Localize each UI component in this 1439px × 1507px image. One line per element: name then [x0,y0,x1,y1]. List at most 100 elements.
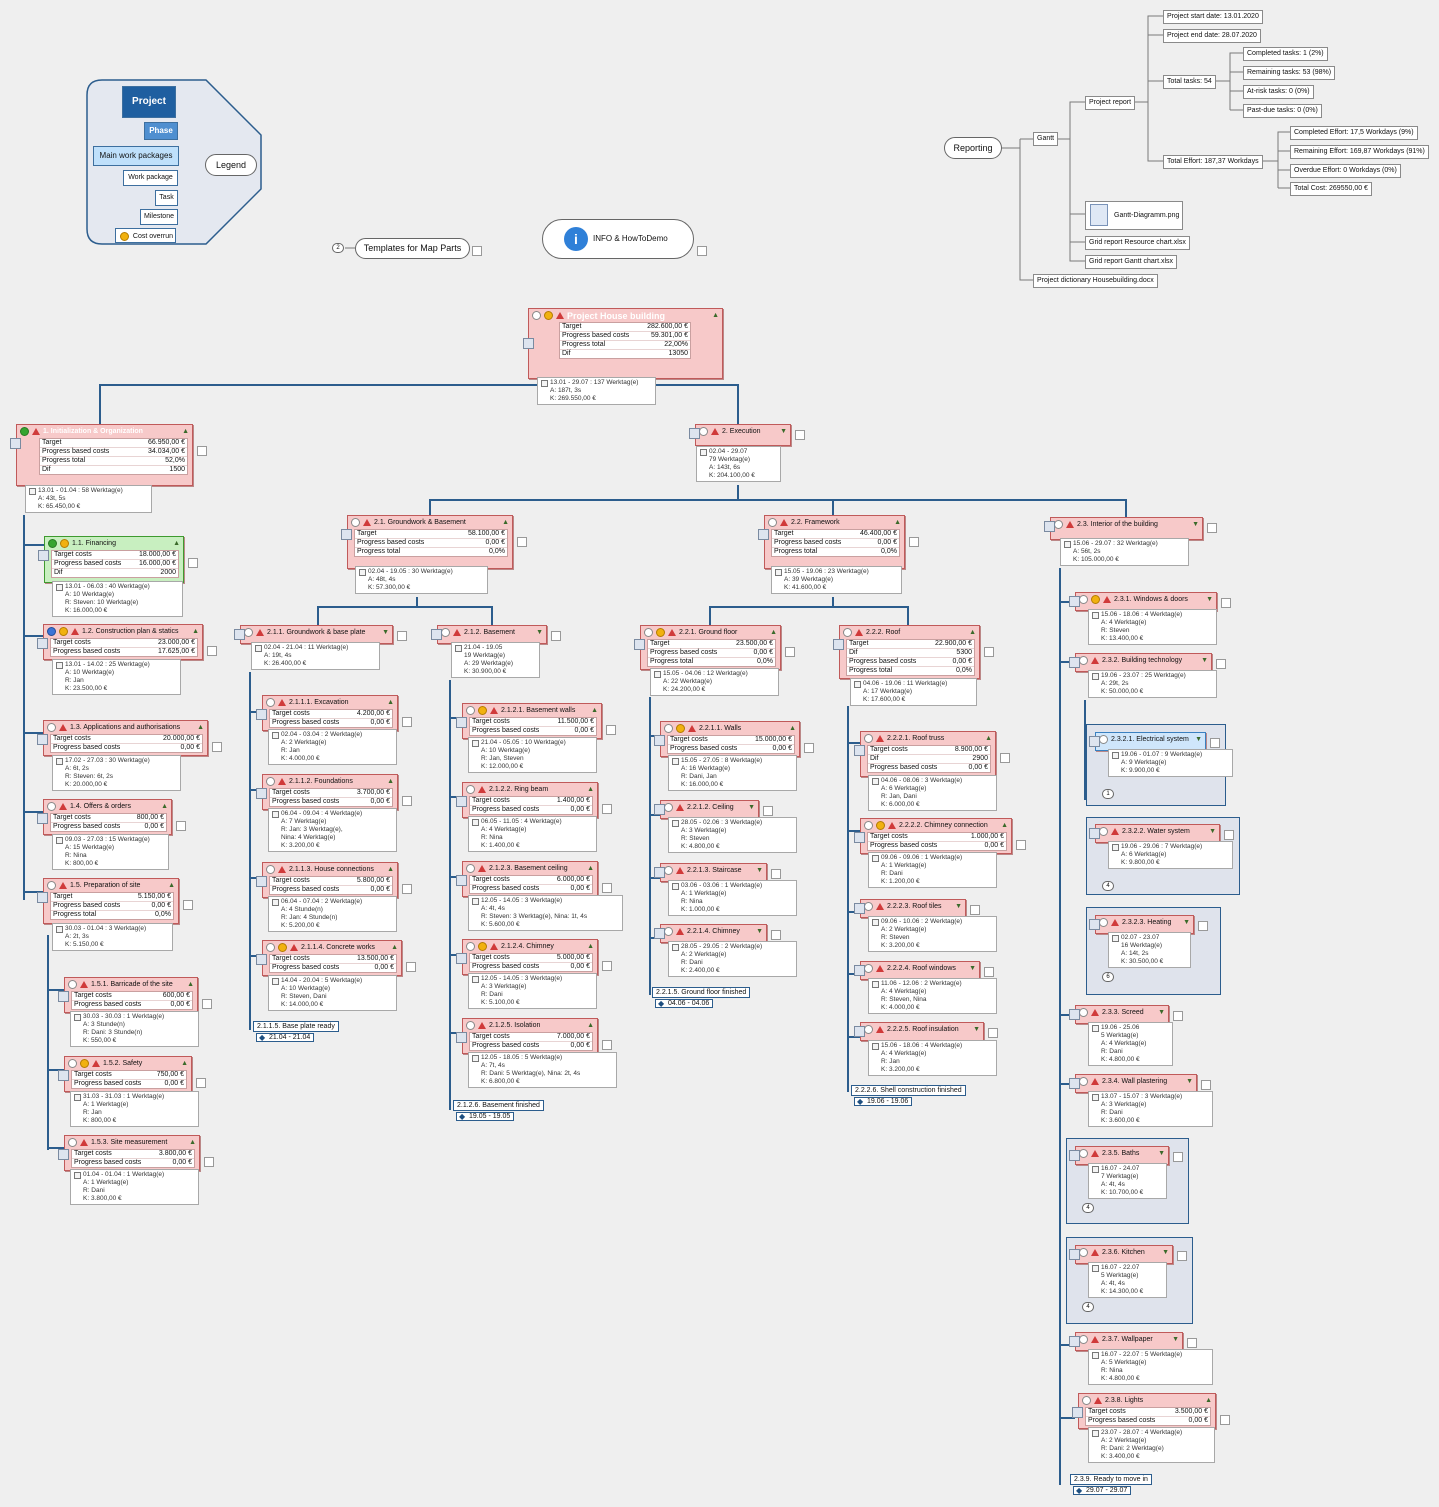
collapse-icon[interactable]: ▲ [161,803,168,811]
task-node-w23[interactable]: 2.3. Interior of the building ▼ [1050,517,1203,540]
note-icon[interactable] [202,999,212,1009]
collapse-icon[interactable]: ▲ [168,882,175,890]
note-icon[interactable] [909,537,919,547]
task-pane-icon[interactable] [456,875,467,886]
task-pane-icon[interactable] [1072,1407,1083,1418]
collapse-icon[interactable]: ▲ [387,866,394,874]
note-icon[interactable] [984,647,994,657]
grid-resource-attachment[interactable]: Grid report Resource chart.xlsx [1085,236,1190,250]
task-pane-icon[interactable] [1069,1009,1080,1020]
milestone-node-m2226[interactable]: 2.2.2.6. Shell construction finished [851,1085,966,1096]
collapse-icon[interactable]: ▲ [770,629,777,637]
task-node-t2112[interactable]: 2.1.1.2. Foundations ▲ Target costs 3.700,0… [262,774,398,810]
note-icon[interactable] [697,246,707,256]
collapse-icon[interactable]: ▼ [536,629,543,637]
note-icon[interactable] [1216,659,1226,669]
task-pane-icon[interactable] [1069,1150,1080,1161]
task-pane-icon[interactable] [833,639,844,650]
note-icon[interactable] [1177,1251,1187,1261]
group-count-badge[interactable]: 4 [1082,1203,1094,1213]
task-node-t2121[interactable]: 2.1.2.1. Basement walls ▲ Target costs 11.5… [462,703,602,739]
task-node-w221[interactable]: 2.2.1. Ground floor ▲ Target 23.500,00 € Pro… [640,625,781,670]
task-pane-icon[interactable] [654,867,665,878]
note-icon[interactable] [602,804,612,814]
collapse-icon[interactable]: ▼ [1186,1078,1193,1086]
task-node-t2221[interactable]: 2.2.2.1. Roof truss ▲ Target costs 8.900,00… [860,731,996,777]
task-node-t2114[interactable]: 2.1.1.4. Concrete works ▲ Target costs 13.5… [262,940,402,976]
collapse-icon[interactable]: ▲ [192,628,199,636]
gantt-node[interactable]: Gantt [1033,132,1059,146]
templates-node[interactable]: Templates for Map Parts [355,238,470,259]
note-icon[interactable] [602,1040,612,1050]
task-pane-icon[interactable] [1069,657,1080,668]
collapse-icon[interactable]: ▲ [181,1060,188,1068]
task-pane-icon[interactable] [758,529,769,540]
task-node-t14[interactable]: 1.4. Offers & orders ▲ Target costs 800,00 … [43,799,172,835]
gantt-png-attachment[interactable]: Gantt-Diagramm.png [1085,201,1184,230]
collapse-icon[interactable]: ▲ [587,786,594,794]
task-pane-icon[interactable] [854,903,865,914]
note-icon[interactable] [196,1078,206,1088]
task-node-w222[interactable]: 2.2.2. Roof ▲ Target 22.900,00 € Dif 5300 Prog… [839,625,980,679]
task-pane-icon[interactable] [256,788,267,799]
task-pane-icon[interactable] [456,717,467,728]
task-pane-icon[interactable] [256,954,267,965]
task-node-t15[interactable]: 1.5. Preparation of site ▲ Target 5.150,00 … [43,878,179,924]
collapse-icon[interactable]: ▲ [969,629,976,637]
group-count-badge[interactable]: 6 [1102,972,1114,982]
note-icon[interactable] [1187,1338,1197,1348]
note-icon[interactable] [402,884,412,894]
reporting-node[interactable]: Reporting [944,137,1002,159]
task-pane-icon[interactable] [456,953,467,964]
task-pane-icon[interactable] [456,1032,467,1043]
task-pane-icon[interactable] [431,629,442,640]
note-icon[interactable] [970,905,980,915]
task-pane-icon[interactable] [234,629,245,640]
collapse-icon[interactable]: ▲ [387,699,394,707]
task-pane-icon[interactable] [654,804,665,815]
collapse-icon[interactable]: ▼ [1195,736,1202,744]
task-node-t238[interactable]: 2.3.8. Lights ▲ Target costs 3.500,00 € Prog… [1078,1393,1216,1429]
task-pane-icon[interactable] [654,735,665,746]
task-pane-icon[interactable] [256,709,267,720]
collapse-icon[interactable]: ▲ [189,1139,196,1147]
note-icon[interactable] [1201,1080,1211,1090]
task-pane-icon[interactable] [1069,1249,1080,1260]
note-icon[interactable] [1220,1415,1230,1425]
task-node-t11[interactable]: 1.1. Financing ▲ Target costs 18.000,00 € Pr… [44,536,184,583]
collapse-icon[interactable]: ▲ [712,312,719,320]
task-pane-icon[interactable] [341,529,352,540]
note-icon[interactable] [397,631,407,641]
task-pane-icon[interactable] [10,438,21,449]
note-icon[interactable] [984,967,994,977]
task-node-t153[interactable]: 1.5.3. Site measurement ▲ Target costs 3.80… [64,1135,200,1171]
task-pane-icon[interactable] [1089,736,1100,747]
collapse-icon[interactable]: ▼ [973,1026,980,1034]
note-icon[interactable] [785,647,795,657]
task-node-t2222[interactable]: 2.2.2.2. Chimney connection ▲ Target costs… [860,818,1012,854]
note-icon[interactable] [517,537,527,547]
note-icon[interactable] [212,742,222,752]
task-pane-icon[interactable] [1089,919,1100,930]
collapse-icon[interactable]: ▲ [894,519,901,527]
note-icon[interactable] [795,430,805,440]
collapse-icon[interactable]: ▼ [1206,596,1213,604]
task-pane-icon[interactable] [58,991,69,1002]
note-icon[interactable] [1016,840,1026,850]
collapse-icon[interactable]: ▼ [382,629,389,637]
note-icon[interactable] [804,743,814,753]
collapse-icon[interactable]: ▲ [1001,822,1008,830]
note-icon[interactable] [606,725,616,735]
collapse-icon[interactable]: ▲ [587,865,594,873]
collapse-icon[interactable]: ▲ [387,778,394,786]
task-pane-icon[interactable] [854,965,865,976]
task-pane-icon[interactable] [634,639,645,650]
task-node-t12[interactable]: 1.2. Construction plan & statics ▲ Target … [43,624,203,660]
collapse-icon[interactable]: ▼ [1192,521,1199,529]
task-node-t2111[interactable]: 2.1.1.1. Excavation ▲ Target costs 4.200,00… [262,695,398,731]
task-pane-icon[interactable] [456,796,467,807]
milestone-node-m2215[interactable]: 2.2.1.5. Ground floor finished [652,987,751,998]
note-icon[interactable] [1173,1152,1183,1162]
note-icon[interactable] [602,883,612,893]
task-node-t151[interactable]: 1.5.1. Barricade of the site ▲ Target cost… [64,977,198,1013]
